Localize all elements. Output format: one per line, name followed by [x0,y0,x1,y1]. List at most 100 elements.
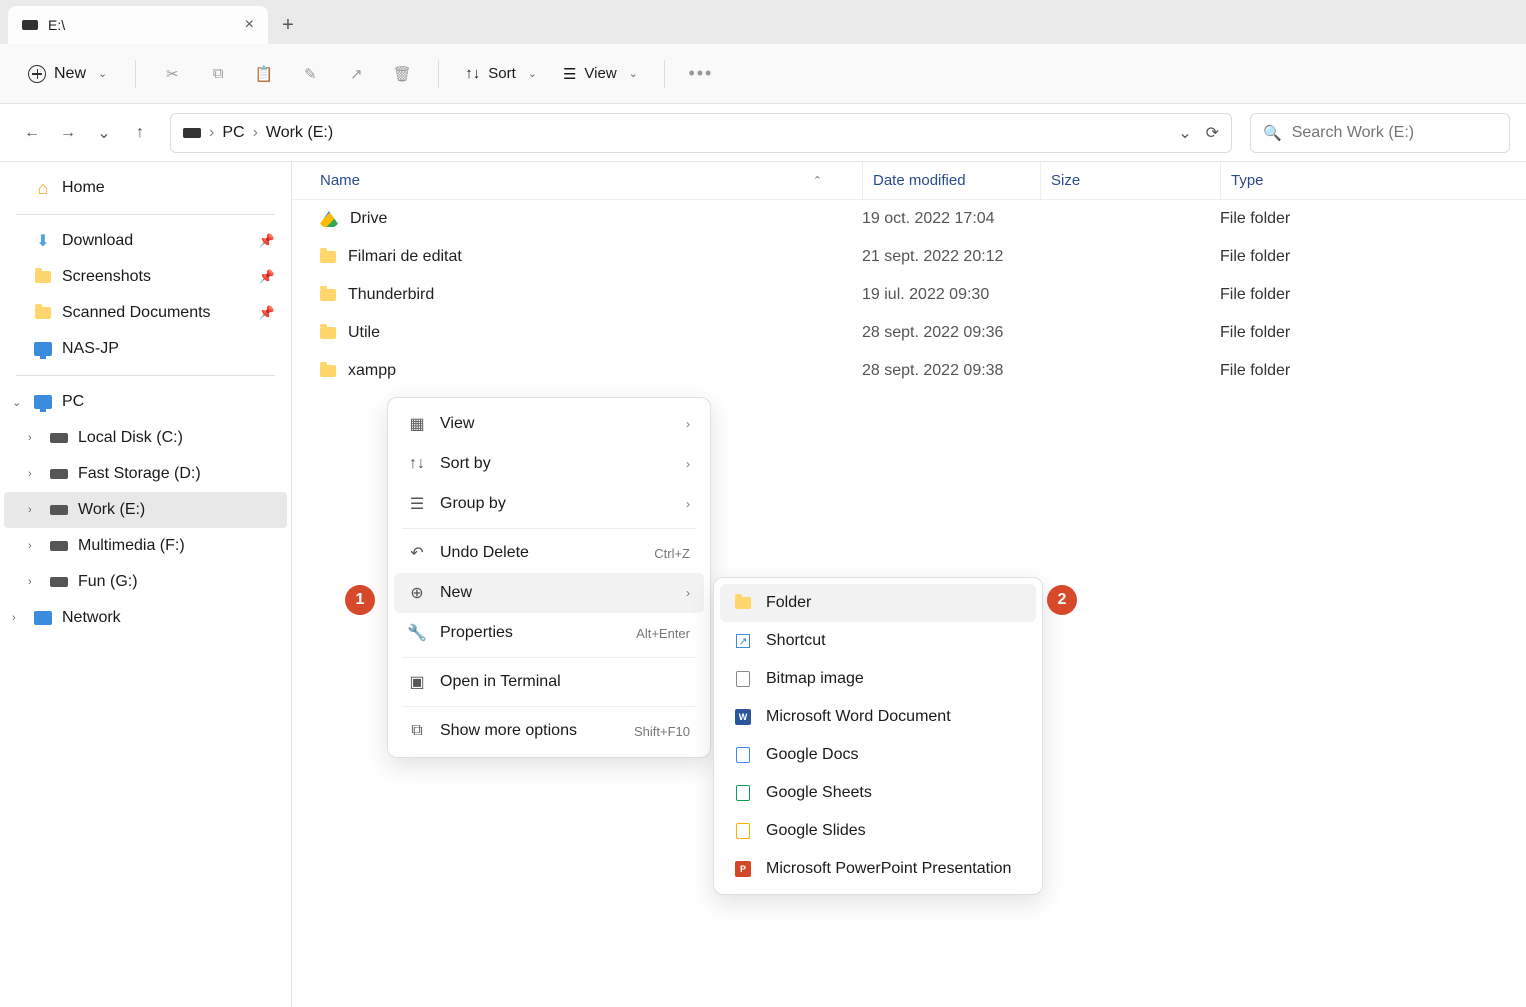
ctx-show-more[interactable]: ⧉ Show more options Shift+F10 [394,711,704,751]
new-tab-button[interactable]: + [268,6,308,44]
gslides-icon [736,823,750,839]
forward-button[interactable]: → [52,117,84,149]
address-bar[interactable]: › PC › Work (E:) ⌄ ⟳ [170,113,1232,153]
list-item[interactable]: Filmari de editat 21 sept. 2022 20:12 Fi… [292,238,1526,276]
breadcrumb-drive[interactable]: Work (E:) [266,124,333,142]
pin-icon: 📌 [259,305,275,321]
back-button[interactable]: ← [16,117,48,149]
ctx-label: View [440,415,474,433]
tab[interactable]: E:\ × [8,6,268,44]
sub-label: Microsoft Word Document [766,708,951,726]
column-header-type[interactable]: Type [1220,162,1526,199]
sub-folder[interactable]: Folder [720,584,1036,622]
folder-icon [35,271,51,283]
sidebar-item-drive-g[interactable]: › Fun (G:) [4,564,287,600]
sort-button[interactable]: ↑↓ Sort ⌄ [455,59,547,88]
folder-icon [320,327,336,339]
list-item[interactable]: Drive 19 oct. 2022 17:04 File folder [292,200,1526,238]
file-type: File folder [1220,324,1526,342]
ctx-view[interactable]: ▦ View › [394,404,704,444]
search-input[interactable] [1292,124,1499,142]
sidebar-item-network[interactable]: › Network [4,600,287,636]
list-item[interactable]: Thunderbird 19 iul. 2022 09:30 File fold… [292,276,1526,314]
share-icon[interactable]: ↗ [336,54,376,94]
sidebar-item-label: Screenshots [62,268,151,286]
chevron-right-icon: › [686,586,690,600]
sidebar-item-label: NAS-JP [62,340,119,358]
cut-icon[interactable]: ✂ [152,54,192,94]
copy-icon[interactable]: ⧉ [198,54,238,94]
chevron-right-icon[interactable]: › [28,504,32,516]
view-button[interactable]: ☰ View ⌄ [553,59,648,89]
sidebar-item-home[interactable]: ⌂ Home [4,170,287,206]
search-box[interactable]: 🔍 [1250,113,1510,153]
up-button[interactable]: ↑ [124,117,156,149]
sub-gslides[interactable]: Google Slides [720,812,1036,850]
undo-icon: ↶ [408,544,426,562]
file-name: Utile [348,324,380,342]
sub-label: Microsoft PowerPoint Presentation [766,860,1011,878]
sub-ppt[interactable]: P Microsoft PowerPoint Presentation [720,850,1036,888]
recent-button[interactable]: ⌄ [88,117,120,149]
separator [16,375,275,376]
list-item[interactable]: Utile 28 sept. 2022 09:36 File folder [292,314,1526,352]
sort-asc-icon: ⌃ [813,174,822,187]
chevron-down-icon[interactable]: ⌄ [1178,123,1191,143]
sidebar-item-label: Fast Storage (D:) [78,465,201,483]
chevron-right-icon[interactable]: › [28,432,32,444]
paste-icon[interactable]: 📋 [244,54,284,94]
ctx-undo-delete[interactable]: ↶ Undo Delete Ctrl+Z [394,533,704,573]
sidebar-item-download[interactable]: ⬇ Download 📌 [4,223,287,259]
view-icon: ☰ [563,65,576,83]
column-header-size[interactable]: Size [1040,162,1220,199]
file-name: Thunderbird [348,286,434,304]
ctx-shortcut: Alt+Enter [636,626,690,641]
sidebar-item-label: Home [62,179,105,197]
ctx-sort-by[interactable]: ↑↓ Sort by › [394,444,704,484]
sub-shortcut[interactable]: ↗ Shortcut [720,622,1036,660]
sidebar-item-drive-d[interactable]: › Fast Storage (D:) [4,456,287,492]
chevron-right-icon[interactable]: › [28,576,32,588]
chevron-right-icon[interactable]: › [12,612,16,624]
chevron-down-icon: ⌄ [98,67,107,80]
ctx-new[interactable]: ⊕ New › [394,573,704,613]
refresh-icon[interactable]: ⟳ [1206,123,1219,143]
new-button-label: New [54,65,86,83]
sub-gdocs[interactable]: Google Docs [720,736,1036,774]
sub-bitmap[interactable]: Bitmap image [720,660,1036,698]
ctx-label: Sort by [440,455,491,473]
folder-icon [320,251,336,263]
more-button[interactable]: ••• [681,54,721,94]
sub-word[interactable]: W Microsoft Word Document [720,698,1036,736]
ctx-group-by[interactable]: ☰ Group by › [394,484,704,524]
close-icon[interactable]: × [245,16,254,34]
rename-icon[interactable]: ✎ [290,54,330,94]
sub-label: Bitmap image [766,670,864,688]
column-header-name[interactable]: Name ⌃ [292,172,862,189]
sidebar-item-pc[interactable]: ⌄ PC [4,384,287,420]
sidebar-item-screenshots[interactable]: Screenshots 📌 [4,259,287,295]
chevron-right-icon[interactable]: › [28,540,32,552]
toolbar: New ⌄ ✂ ⧉ 📋 ✎ ↗ 🗑 ↑↓ Sort ⌄ ☰ View ⌄ ••• [0,44,1526,104]
sidebar-item-label: PC [62,393,84,411]
ctx-open-terminal[interactable]: ▣ Open in Terminal [394,662,704,702]
sub-gsheets[interactable]: Google Sheets [720,774,1036,812]
ctx-properties[interactable]: 🔧 Properties Alt+Enter [394,613,704,653]
sidebar-item-drive-e[interactable]: › Work (E:) [4,492,287,528]
list-item[interactable]: xampp 28 sept. 2022 09:38 File folder [292,352,1526,390]
delete-icon[interactable]: 🗑 [382,54,422,94]
sidebar-item-drive-f[interactable]: › Multimedia (F:) [4,528,287,564]
column-header-date[interactable]: Date modified [862,162,1040,199]
drive-icon [22,20,38,30]
ctx-label: Open in Terminal [440,673,561,691]
sidebar-item-nas[interactable]: NAS-JP [4,331,287,367]
chevron-right-icon[interactable]: › [28,468,32,480]
chevron-down-icon[interactable]: ⌄ [12,396,21,409]
separator [402,528,696,529]
sidebar-item-drive-c[interactable]: › Local Disk (C:) [4,420,287,456]
col-label: Size [1051,172,1080,189]
new-button[interactable]: New ⌄ [16,59,119,89]
breadcrumb-pc[interactable]: PC [222,124,244,142]
sidebar-item-scanned[interactable]: Scanned Documents 📌 [4,295,287,331]
file-name: Drive [350,210,387,228]
